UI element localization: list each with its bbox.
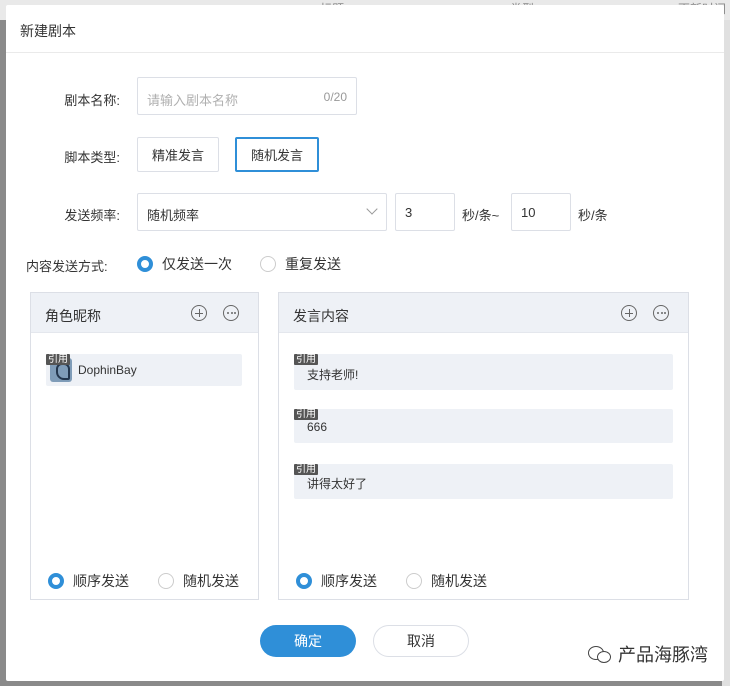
send-once-radio[interactable]: 仅发送一次 <box>137 254 232 274</box>
quote-tag: 引用 <box>46 354 70 365</box>
wechat-icon <box>588 644 612 664</box>
confirm-button[interactable]: 确定 <box>260 625 356 657</box>
role-order-sequential-label: 顺序发送 <box>73 573 129 589</box>
more-circle-icon[interactable] <box>653 305 669 321</box>
script-name-input[interactable]: 请输入剧本名称 0/20 <box>137 77 357 115</box>
type-precise-button[interactable]: 精准发言 <box>137 137 219 172</box>
role-nickname-panel: 角色昵称 引用 DophinBay 顺序发送 随机发送 <box>30 292 259 600</box>
radio-checked-icon <box>296 573 312 589</box>
speech-content-panel: 发言内容 引用 支持老师! 引用 666 引用 讲得太好了 顺序发送 随机发送 <box>278 292 689 600</box>
dialog-title: 新建剧本 <box>20 23 76 39</box>
add-circle-icon[interactable] <box>191 305 207 321</box>
watermark-right-text: 产品海豚湾 <box>618 645 708 665</box>
frequency-min-value: 3 <box>405 205 413 220</box>
quote-tag: 引用 <box>294 409 318 420</box>
send-mode-label: 内容发送方式: <box>26 259 108 274</box>
send-once-label: 仅发送一次 <box>162 256 232 272</box>
script-name-label: 剧本名称: <box>64 93 120 108</box>
frequency-max-value: 10 <box>521 205 536 220</box>
script-type-label: 脚本类型: <box>64 150 120 165</box>
speech-order-sequential-radio[interactable]: 顺序发送 <box>296 571 377 591</box>
radio-unchecked-icon <box>260 256 276 272</box>
logo-icon <box>8 665 26 679</box>
title-divider <box>6 52 724 53</box>
role-name: DophinBay <box>78 363 137 377</box>
radio-checked-icon <box>137 256 153 272</box>
frequency-select[interactable]: 随机频率 <box>137 193 387 231</box>
chevron-down-icon <box>366 203 378 215</box>
watermark-left: 大数跨境 <box>8 662 87 682</box>
speech-order-random-radio[interactable]: 随机发送 <box>406 571 487 591</box>
speech-text: 讲得太好了 <box>307 477 368 491</box>
watermark-right: 产品海豚湾 <box>588 641 708 667</box>
speech-item[interactable]: 引用 666 <box>294 409 673 443</box>
role-order-sequential-radio[interactable]: 顺序发送 <box>48 571 129 591</box>
frequency-min-input[interactable]: 3 <box>395 193 455 231</box>
role-order-random-label: 随机发送 <box>183 573 239 589</box>
cancel-button[interactable]: 取消 <box>373 625 469 657</box>
role-order-random-radio[interactable]: 随机发送 <box>158 571 239 591</box>
speech-item[interactable]: 引用 讲得太好了 <box>294 464 673 499</box>
frequency-label: 发送频率: <box>64 208 120 223</box>
radio-unchecked-icon <box>158 573 174 589</box>
role-panel-header: 角色昵称 <box>31 293 258 333</box>
script-name-placeholder: 请输入剧本名称 <box>147 93 239 108</box>
speech-text: 666 <box>307 420 328 434</box>
quote-tag: 引用 <box>294 354 318 365</box>
watermark-left-text: 大数跨境 <box>31 664 87 680</box>
more-circle-icon[interactable] <box>223 305 239 321</box>
type-random-button[interactable]: 随机发言 <box>235 137 319 172</box>
script-name-counter: 0/20 <box>323 90 347 104</box>
speech-item[interactable]: 引用 支持老师! <box>294 354 673 390</box>
role-panel-title: 角色昵称 <box>45 308 101 324</box>
speech-panel-title: 发言内容 <box>293 308 349 324</box>
speech-order-sequential-label: 顺序发送 <box>321 573 377 589</box>
send-repeat-radio[interactable]: 重复发送 <box>260 254 341 274</box>
frequency-max-unit: 秒/条 <box>578 208 608 223</box>
frequency-min-unit: 秒/条~ <box>462 208 500 223</box>
speech-order-random-label: 随机发送 <box>431 573 487 589</box>
speech-text: 支持老师! <box>307 368 359 382</box>
add-circle-icon[interactable] <box>621 305 637 321</box>
role-item[interactable]: 引用 DophinBay <box>46 354 242 386</box>
quote-tag: 引用 <box>294 464 318 475</box>
speech-panel-header: 发言内容 <box>279 293 688 333</box>
frequency-select-value: 随机频率 <box>147 208 200 223</box>
radio-checked-icon <box>48 573 64 589</box>
send-repeat-label: 重复发送 <box>285 256 341 272</box>
radio-unchecked-icon <box>406 573 422 589</box>
frequency-max-input[interactable]: 10 <box>511 193 571 231</box>
new-script-dialog: 新建剧本 剧本名称: 请输入剧本名称 0/20 脚本类型: 精准发言 随机发言 … <box>6 5 724 681</box>
